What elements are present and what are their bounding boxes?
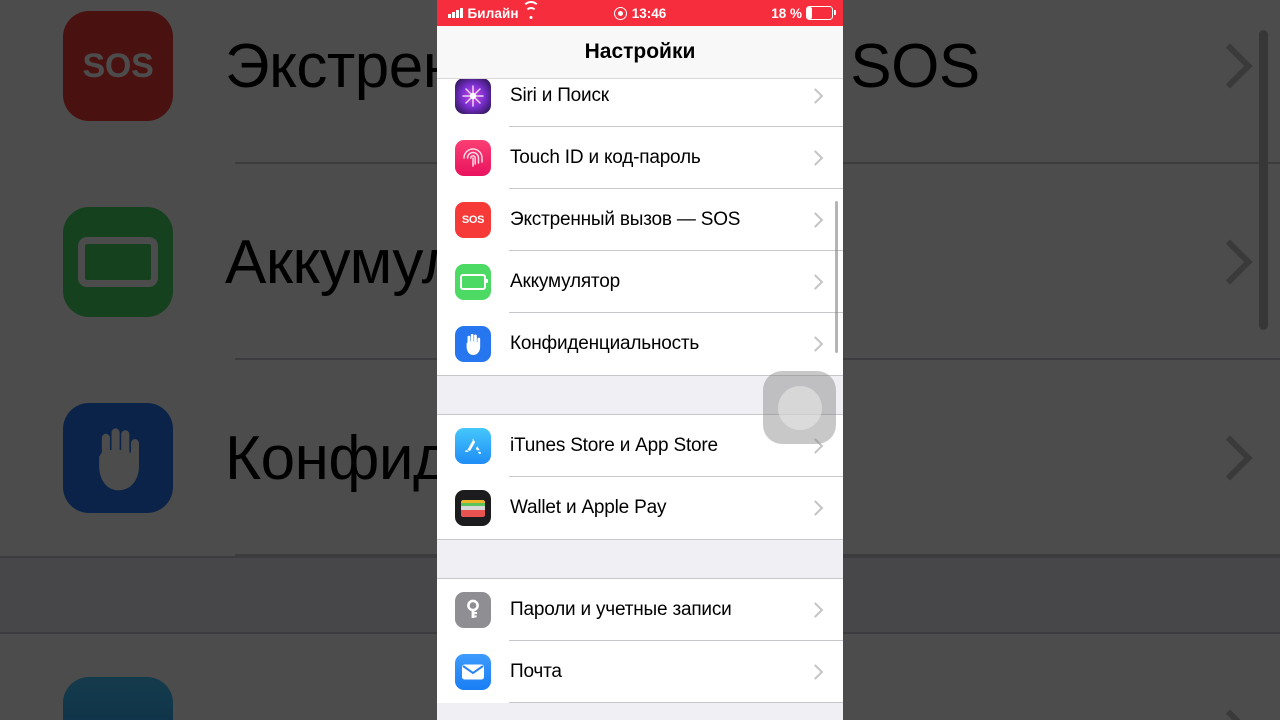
list-item-emergency-sos[interactable]: SOS Экстренный вызов — SOS — [437, 189, 843, 251]
battery-icon — [806, 6, 836, 20]
clock-label: 13:46 — [631, 5, 667, 21]
chevron-right-icon — [807, 500, 824, 516]
status-bar: Билайн 13:46 18 % — [437, 0, 843, 26]
list-item-label: Siri и Поиск — [510, 85, 609, 106]
scroll-indicator[interactable] — [835, 201, 838, 353]
chevron-right-icon — [807, 336, 824, 352]
status-bar-center: 13:46 — [437, 6, 843, 21]
screen-recording-icon — [613, 6, 627, 20]
chevron-right-icon — [807, 602, 824, 618]
assistive-touch-button[interactable] — [763, 371, 836, 444]
wallet-icon — [455, 490, 491, 526]
assistive-touch-ring — [777, 385, 822, 430]
list-item-label: Конфиденциальность — [510, 333, 700, 354]
sos-icon: SOS — [455, 202, 491, 238]
battery-glyph — [460, 274, 488, 290]
settings-list[interactable]: Основные Siri и Поиск — [437, 79, 843, 720]
wallet-card-glyph — [461, 499, 485, 517]
chevron-right-icon — [807, 274, 824, 290]
passwords-key-icon — [455, 592, 491, 628]
list-item-label: Почта — [510, 661, 562, 682]
siri-glyph — [462, 85, 484, 107]
page-title: Настройки — [584, 40, 696, 63]
list-item-label: Экстренный вызов — SOS — [510, 209, 741, 230]
sos-icon-text: SOS — [461, 214, 485, 226]
touch-id-icon — [455, 140, 491, 176]
list-item-passwords-accounts[interactable]: Пароли и учетные записи — [437, 579, 843, 641]
phone-screen: Билайн 13:46 18 % Настройки Основные — [437, 0, 843, 720]
list-item-label: Пароли и учетные записи — [510, 599, 732, 620]
list-item-mail[interactable]: Почта — [437, 641, 843, 703]
envelope-glyph — [462, 664, 484, 680]
battery-icon — [455, 264, 491, 300]
section-gap — [437, 539, 843, 579]
siri-icon — [455, 79, 491, 114]
app-store-icon — [455, 428, 491, 464]
list-item-label: Wallet и Apple Pay — [510, 497, 667, 518]
key-glyph — [467, 599, 479, 618]
navigation-bar: Настройки — [437, 26, 843, 79]
list-item-privacy[interactable]: Конфиденциальность — [437, 313, 843, 375]
list-item-siri[interactable]: Siri и Поиск — [437, 79, 843, 127]
list-item-label: Аккумулятор — [510, 271, 620, 292]
chevron-right-icon — [807, 150, 824, 166]
mail-icon — [455, 654, 491, 690]
chevron-right-icon — [807, 212, 824, 228]
list-item-wallet-apple-pay[interactable]: Wallet и Apple Pay — [437, 477, 843, 539]
fingerprint-glyph — [463, 148, 483, 167]
hand-glyph — [466, 333, 481, 355]
chevron-right-icon — [807, 88, 824, 104]
list-item-label: iTunes Store и App Store — [510, 435, 718, 456]
app-store-glyph — [465, 438, 482, 455]
chevron-right-icon — [807, 664, 824, 680]
privacy-hand-icon — [455, 326, 491, 362]
list-item-label: Touch ID и код-пароль — [510, 147, 701, 168]
list-item-touch-id[interactable]: Touch ID и код-пароль — [437, 127, 843, 189]
list-item-battery[interactable]: Аккумулятор — [437, 251, 843, 313]
